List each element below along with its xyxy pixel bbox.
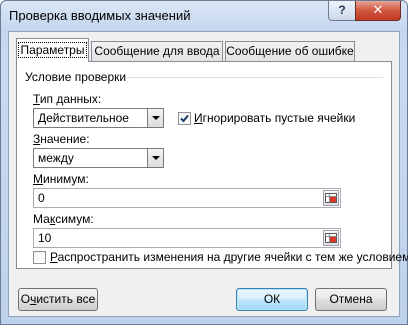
operator-select[interactable]: между — [33, 148, 164, 168]
validation-criteria-group-label: Условие проверки — [25, 70, 127, 84]
minimum-input[interactable]: 0 — [33, 188, 341, 208]
data-type-label: Тип данных: — [33, 92, 102, 106]
minimum-value: 0 — [38, 191, 45, 205]
help-button[interactable]: ? — [328, 1, 356, 21]
cancel-button[interactable]: Отмена — [315, 288, 387, 311]
maximum-label: Максимум: — [33, 212, 94, 226]
operator-value: между — [38, 151, 74, 165]
dialog-client-area: Параметры Сообщение для ввода Сообщение … — [8, 31, 408, 317]
group-divider — [127, 77, 383, 78]
maximum-value: 10 — [38, 231, 52, 245]
minimum-label: Минимум: — [33, 172, 89, 186]
checkmark-icon — [180, 114, 189, 123]
minimum-range-select-button[interactable] — [323, 190, 339, 206]
range-select-icon — [325, 233, 337, 243]
tab-parameters-label: Параметры — [17, 42, 88, 58]
tab-error-alert[interactable]: Сообщение об ошибке — [225, 41, 355, 61]
data-type-value: Действительное — [38, 111, 129, 125]
range-select-icon — [325, 193, 337, 203]
chevron-down-icon[interactable] — [147, 149, 163, 167]
ok-button[interactable]: ОК — [236, 288, 308, 311]
title-bar[interactable]: Проверка вводимых значений ? ✕ — [1, 1, 407, 31]
maximum-input[interactable]: 10 — [33, 228, 341, 248]
tab-parameters[interactable]: Параметры — [16, 38, 89, 62]
tab-error-alert-label: Сообщение об ошибке — [226, 44, 354, 58]
tab-input-message-label: Сообщение для ввода — [94, 44, 220, 58]
ignore-blank-label[interactable]: Игнорировать пустые ячейки — [194, 111, 355, 125]
clear-all-button[interactable]: Очистить все — [18, 288, 98, 311]
data-type-select[interactable]: Действительное — [33, 108, 164, 128]
tab-input-message[interactable]: Сообщение для ввода — [91, 41, 223, 61]
apply-to-all-label[interactable]: Распространить изменения на другие ячейк… — [50, 250, 408, 264]
operator-label: Значение: — [33, 132, 90, 146]
chevron-down-icon[interactable] — [147, 109, 163, 127]
apply-to-all-checkbox[interactable] — [33, 251, 46, 264]
dialog-window: Проверка вводимых значений ? ✕ Параметры… — [0, 0, 408, 325]
ignore-blank-checkbox[interactable] — [178, 112, 191, 125]
maximum-range-select-button[interactable] — [323, 230, 339, 246]
window-title: Проверка вводимых значений — [9, 8, 191, 23]
close-button[interactable]: ✕ — [355, 1, 401, 21]
tab-panel-parameters: Условие проверки Тип данных: Действитель… — [16, 61, 408, 269]
